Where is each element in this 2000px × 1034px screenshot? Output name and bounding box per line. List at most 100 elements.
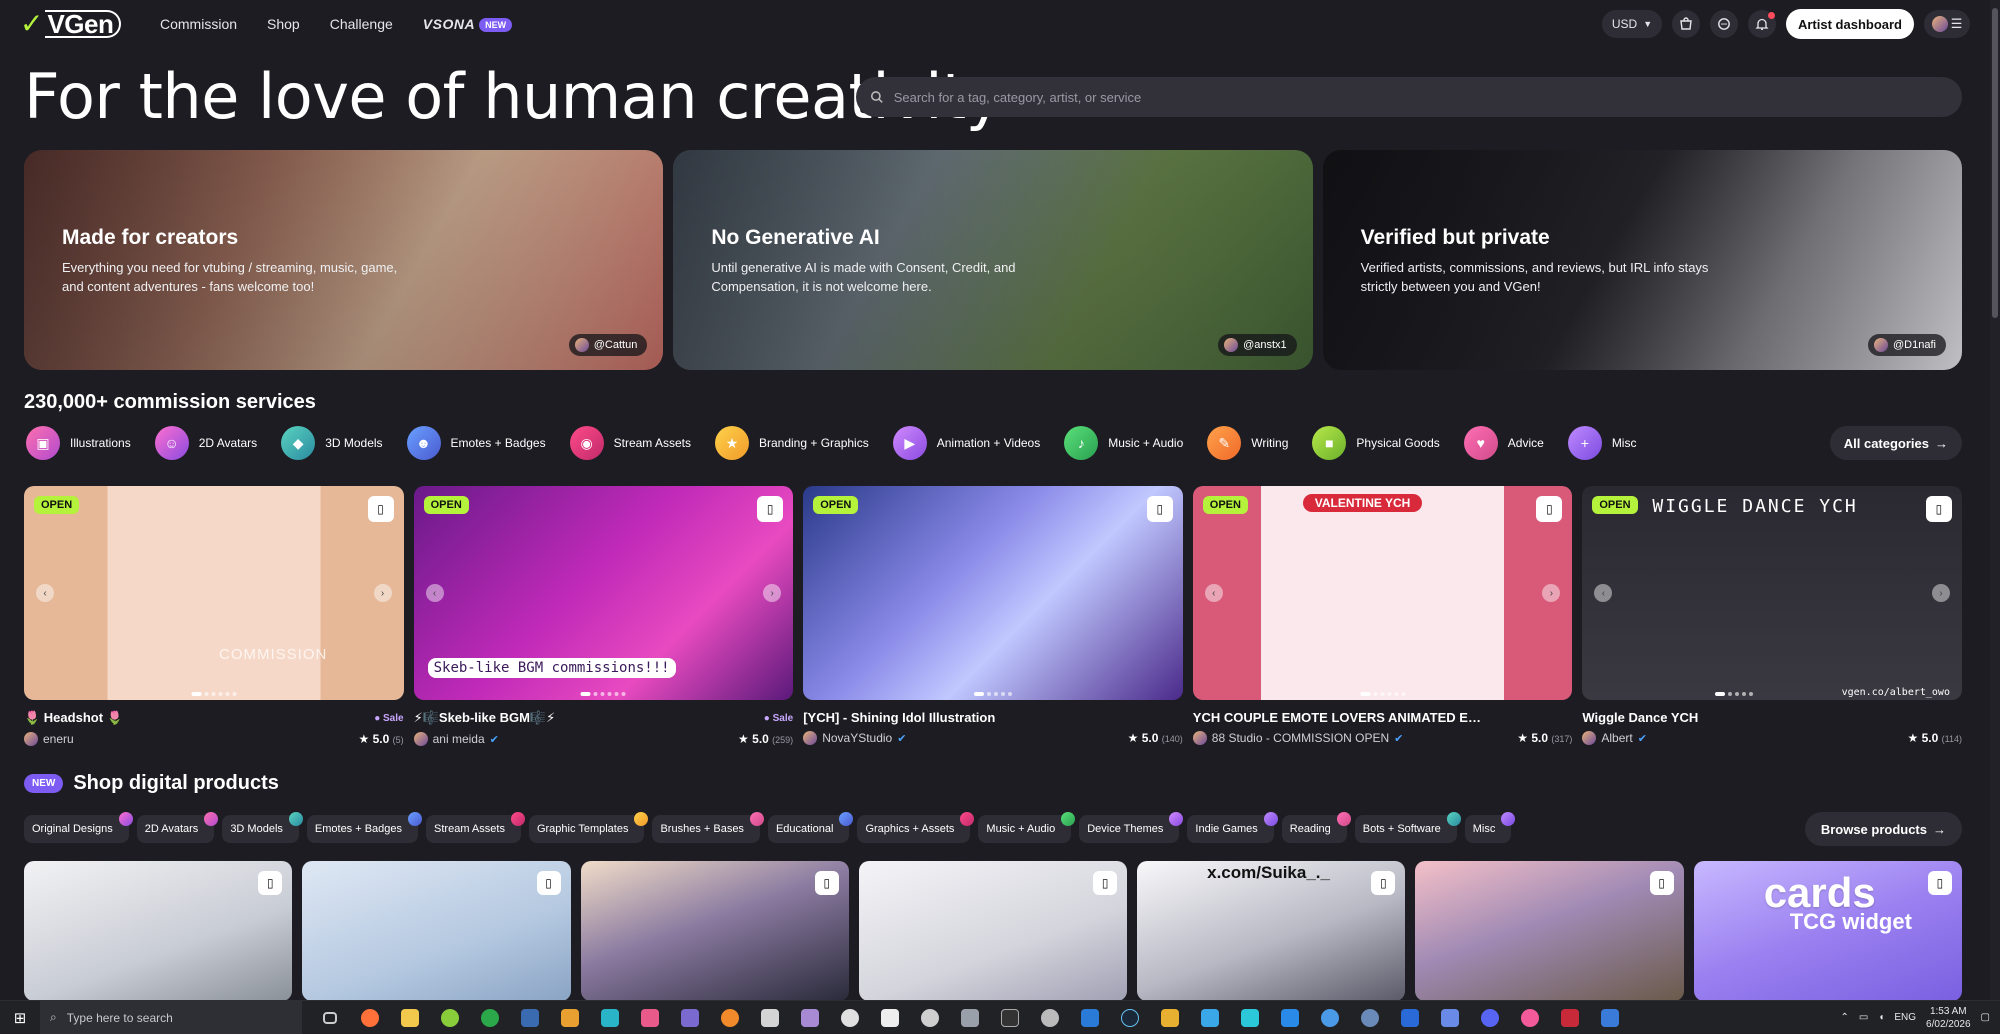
card-image[interactable]: OPEN ▯ ‹ › Skeb-like BGM commissions!!! bbox=[413, 486, 794, 700]
cart-button[interactable] bbox=[1671, 10, 1700, 38]
card-title[interactable]: 🌷 Headshot 🌷 bbox=[24, 710, 123, 726]
category-2d-avatars[interactable]: ☺ 2D Avatars bbox=[154, 426, 257, 460]
product-card[interactable]: x.com/Suika_._ ▯ bbox=[1137, 861, 1406, 1001]
artist-dashboard-button[interactable]: Artist dashboard bbox=[1785, 9, 1914, 39]
category-animation-videos[interactable]: ▶ Animation + Videos bbox=[892, 426, 1040, 460]
task-view-icon[interactable] bbox=[314, 1004, 346, 1032]
nav-commission[interactable]: Commission bbox=[160, 16, 237, 32]
settings-icon[interactable] bbox=[1354, 1004, 1386, 1032]
shop-chip[interactable]: Misc bbox=[1464, 812, 1516, 843]
shop-chip[interactable]: Graphics + Assets bbox=[857, 812, 975, 843]
app-icon[interactable] bbox=[1074, 1004, 1106, 1032]
app-icon[interactable] bbox=[514, 1004, 546, 1032]
app-icon[interactable] bbox=[1034, 1004, 1066, 1032]
prev-image-button[interactable]: ‹ bbox=[1204, 584, 1223, 602]
file-explorer-icon[interactable] bbox=[394, 1004, 426, 1032]
all-categories-button[interactable]: All categories → bbox=[1829, 426, 1962, 460]
bookmark-button[interactable]: ▯ bbox=[1649, 871, 1674, 895]
category-misc[interactable]: + Misc bbox=[1567, 426, 1636, 460]
app-icon[interactable] bbox=[1194, 1004, 1226, 1032]
search-input[interactable] bbox=[893, 89, 1948, 105]
shop-chip[interactable]: 2D Avatars bbox=[136, 812, 219, 843]
app-icon[interactable] bbox=[594, 1004, 626, 1032]
bookmark-button[interactable]: ▯ bbox=[1536, 496, 1563, 522]
app-icon[interactable] bbox=[754, 1004, 786, 1032]
app-icon[interactable] bbox=[1314, 1004, 1346, 1032]
product-card[interactable]: ▯ bbox=[24, 861, 293, 1001]
input-language[interactable]: ENG bbox=[1894, 1012, 1916, 1023]
shop-chip[interactable]: Bots + Software bbox=[1354, 812, 1461, 843]
app-icon[interactable] bbox=[674, 1004, 706, 1032]
app-icon[interactable] bbox=[434, 1004, 466, 1032]
commission-card[interactable]: OPEN ▯ ‹ › COMMISSION 🌷 Headshot 🌷 ● Sale… bbox=[24, 486, 404, 746]
card-title[interactable]: [YCH] - Shining Idol Illustration bbox=[803, 710, 995, 725]
page-scrollbar[interactable] bbox=[1990, 0, 2000, 1000]
steam-icon[interactable] bbox=[1114, 1004, 1146, 1032]
app-icon[interactable] bbox=[1154, 1004, 1186, 1032]
feature-no-generative-ai[interactable]: No Generative AI Until generative AI is … bbox=[673, 150, 1313, 370]
category-physical-goods[interactable]: ■ Physical Goods bbox=[1312, 426, 1440, 460]
scrollbar-thumb[interactable] bbox=[1992, 8, 1998, 318]
card-image[interactable]: OPEN ▯ ‹ › VALENTINE YCH bbox=[1192, 486, 1573, 700]
shop-chip[interactable]: 3D Models bbox=[222, 812, 303, 843]
bookmark-button[interactable]: ▯ bbox=[1146, 496, 1173, 522]
shop-chip[interactable]: Educational bbox=[767, 812, 854, 843]
next-image-button[interactable]: › bbox=[1542, 584, 1561, 602]
category-writing[interactable]: ✎ Writing bbox=[1207, 426, 1288, 460]
bookmark-button[interactable]: ▯ bbox=[258, 871, 283, 895]
app-icon[interactable] bbox=[1394, 1004, 1426, 1032]
feature-verified-but-private[interactable]: Verified but private Verified artists, c… bbox=[1322, 150, 1962, 370]
notifications-button[interactable] bbox=[1747, 10, 1776, 38]
bookmark-button[interactable]: ▯ bbox=[757, 496, 784, 522]
bookmark-button[interactable]: ▯ bbox=[1371, 871, 1396, 895]
shop-chip[interactable]: Graphic Templates bbox=[528, 812, 649, 843]
card-artist[interactable]: eneru bbox=[24, 732, 74, 746]
firefox-icon[interactable] bbox=[354, 1004, 386, 1032]
notifications-icon[interactable]: ▢ bbox=[1981, 1012, 1990, 1023]
commission-card[interactable]: OPEN ▯ [YCH] - Shining Idol Illustration… bbox=[803, 486, 1183, 746]
card-title[interactable]: Wiggle Dance YCH bbox=[1582, 710, 1698, 725]
nav-vsona[interactable]: VSONA NEW bbox=[423, 16, 513, 33]
commission-card[interactable]: OPEN ▯ ‹ › Skeb-like BGM commissions!!! … bbox=[413, 486, 794, 746]
notion-icon[interactable] bbox=[874, 1004, 906, 1032]
vgen-logo[interactable]: ✓ VGen bbox=[20, 9, 122, 39]
bookmark-button[interactable]: ▯ bbox=[367, 496, 394, 522]
category-3d-models[interactable]: ◆ 3D Models bbox=[281, 426, 383, 460]
volume-icon[interactable]: ◖ bbox=[1878, 1012, 1884, 1023]
nav-shop[interactable]: Shop bbox=[267, 16, 300, 32]
card-image[interactable]: OPEN ▯ ‹ › COMMISSION bbox=[24, 486, 404, 700]
network-icon[interactable]: ▭ bbox=[1859, 1012, 1868, 1023]
bookmark-button[interactable]: ▯ bbox=[814, 871, 839, 895]
app-icon[interactable] bbox=[794, 1004, 826, 1032]
account-menu-button[interactable]: ☰ bbox=[1924, 10, 1970, 38]
shop-chip[interactable]: Brushes + Bases bbox=[652, 812, 764, 843]
shop-chip[interactable]: Stream Assets bbox=[426, 812, 525, 843]
category-illustrations[interactable]: ▣ Illustrations bbox=[26, 426, 131, 460]
bookmark-button[interactable]: ▯ bbox=[1925, 496, 1952, 522]
discord-icon[interactable] bbox=[1474, 1004, 1506, 1032]
taskbar-search[interactable]: ⌕ Type here to search bbox=[40, 1000, 302, 1034]
nav-challenge[interactable]: Challenge bbox=[330, 16, 393, 32]
feature-made-for-creators[interactable]: Made for creators Everything you need fo… bbox=[24, 150, 664, 370]
app-icon[interactable] bbox=[954, 1004, 986, 1032]
next-image-button[interactable]: › bbox=[1931, 584, 1950, 602]
app-icon[interactable] bbox=[1594, 1004, 1626, 1032]
prev-image-button[interactable]: ‹ bbox=[36, 584, 54, 602]
app-icon[interactable] bbox=[1554, 1004, 1586, 1032]
card-artist[interactable]: 88 Studio - COMMISSION OPEN ✔ bbox=[1192, 731, 1403, 745]
prev-image-button[interactable]: ‹ bbox=[425, 584, 444, 602]
browse-products-button[interactable]: Browse products → bbox=[1804, 812, 1962, 846]
product-card[interactable]: ▯ bbox=[858, 861, 1128, 1001]
card-artist[interactable]: Albert ✔ bbox=[1582, 731, 1647, 745]
category-branding-graphics[interactable]: ★ Branding + Graphics bbox=[714, 426, 869, 460]
itunes-icon[interactable] bbox=[1514, 1004, 1546, 1032]
next-image-button[interactable]: › bbox=[763, 584, 782, 602]
vscode-icon[interactable] bbox=[1274, 1004, 1306, 1032]
blender-icon[interactable] bbox=[714, 1004, 746, 1032]
windows-start-button[interactable]: ⊞ bbox=[0, 1009, 40, 1027]
shop-chip[interactable]: Indie Games bbox=[1187, 812, 1278, 843]
messages-button[interactable] bbox=[1709, 10, 1738, 38]
card-artist[interactable]: NovaYStudio ✔ bbox=[803, 731, 906, 745]
shop-chip[interactable]: Music + Audio bbox=[978, 812, 1076, 843]
bookmark-button[interactable]: ▯ bbox=[1093, 871, 1118, 895]
